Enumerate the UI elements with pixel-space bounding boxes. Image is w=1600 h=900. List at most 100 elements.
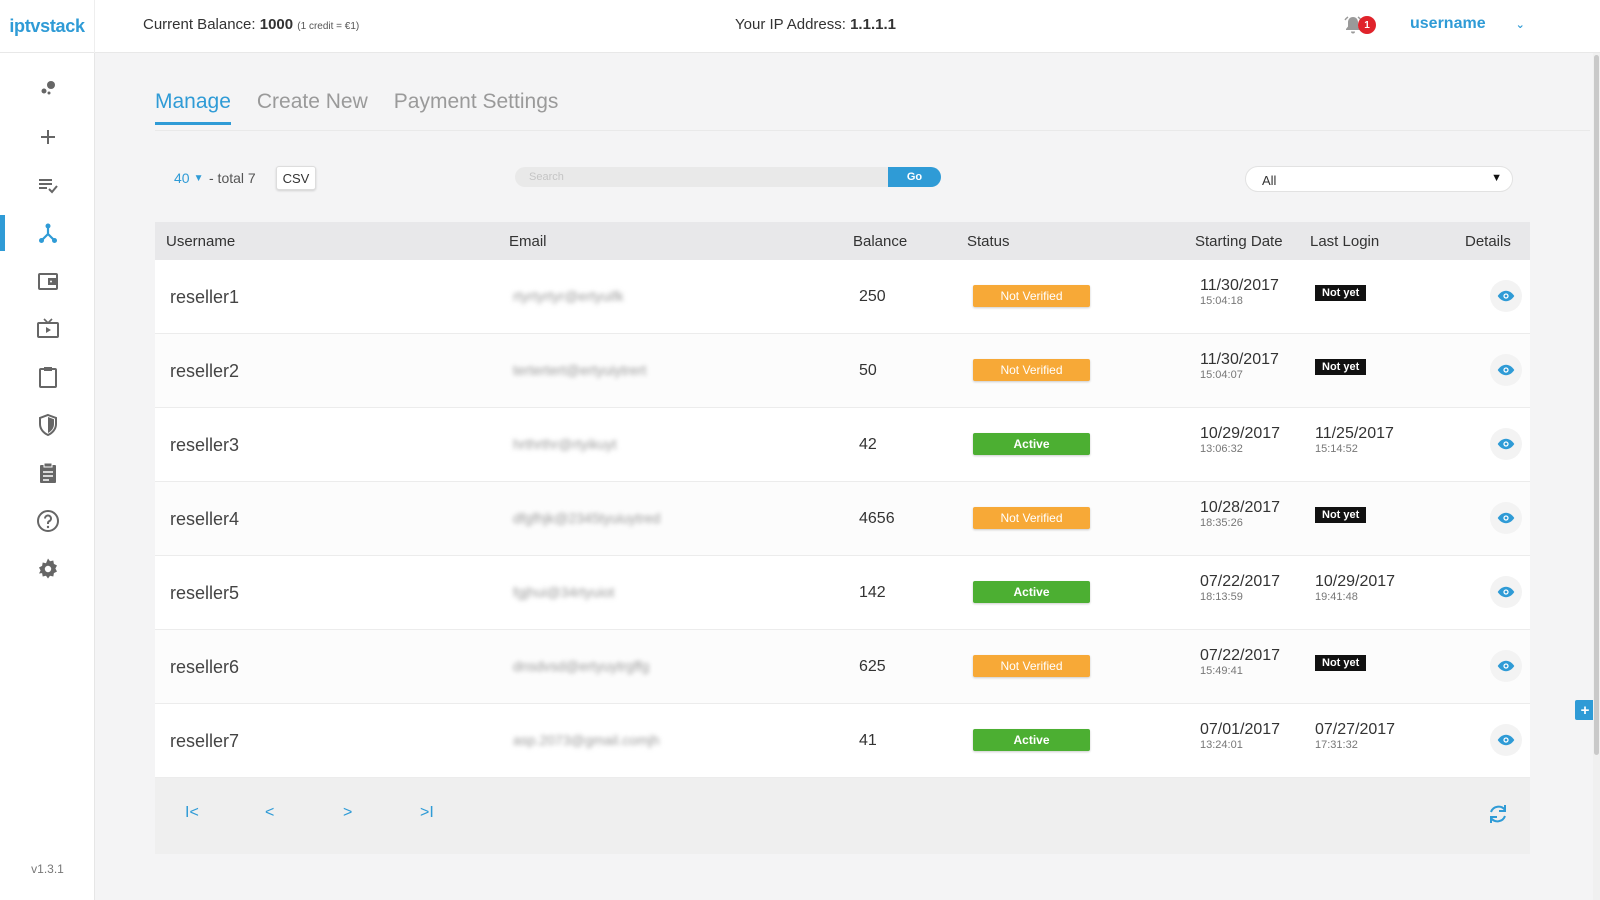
table-row[interactable]: reseller2 tertertert@ertyuiytrert 50 Not Ve…	[155, 334, 1530, 408]
details-button[interactable]	[1490, 576, 1522, 608]
current-balance: Current Balance: 1000 (1 credit = €1)	[143, 16, 359, 33]
starting-date: 10/29/2017	[1200, 425, 1281, 442]
tab-manage[interactable]: Manage	[155, 90, 231, 125]
sidebar-item-list[interactable]	[0, 165, 95, 205]
table-row[interactable]: reseller4 dfgfhjk@2345tyuiuytred 4656 Not V…	[155, 482, 1530, 556]
cell-balance: 250	[859, 288, 886, 305]
tab-payment-settings[interactable]: Payment Settings	[394, 90, 559, 125]
cell-starting-date: 07/01/2017 13:24:01	[1200, 721, 1280, 751]
sidebar-item-dashboard[interactable]	[0, 69, 95, 109]
cell-email: asp.2073@gmail.comjh	[513, 732, 660, 748]
balance-note: (1 credit = €1)	[297, 21, 360, 32]
cell-last-login: Not yet	[1315, 277, 1367, 301]
cell-starting-date: 10/28/2017 18:35:26	[1200, 499, 1280, 529]
refresh-icon[interactable]	[1486, 802, 1510, 826]
tabs: Manage Create New Payment Settings	[155, 90, 558, 125]
cell-username: reseller3	[170, 435, 240, 455]
sidebar-item-wallet[interactable]	[0, 261, 95, 301]
cell-username: reseller7	[170, 731, 240, 751]
starting-date: 07/22/2017	[1200, 573, 1281, 590]
table-body: reseller1 rtyrtyrtyr@ertyuifk 250 Not Verif…	[155, 260, 1530, 778]
details-button[interactable]	[1490, 280, 1522, 312]
table-row[interactable]: reseller1 rtyrtyrtyr@ertyuifk 250 Not Verif…	[155, 260, 1530, 334]
details-button[interactable]	[1490, 354, 1522, 386]
settings-icon	[38, 558, 57, 579]
plus-icon	[40, 130, 55, 144]
cell-email: dfgfhjk@2345tyuiuytred	[513, 510, 661, 526]
sidebar: v1.3.1	[0, 53, 95, 900]
logo[interactable]: iptvstack	[0, 0, 95, 53]
sidebar-item-reports[interactable]	[0, 453, 95, 493]
table-row[interactable]: reseller5 fgjhui@34rtyuiot 142 Active 07/22/…	[155, 556, 1530, 630]
cell-balance: 4656	[859, 510, 895, 527]
wallet-icon	[37, 273, 58, 290]
cell-email: tertertert@ertyuiytrert	[513, 362, 647, 378]
starting-time: 15:04:07	[1200, 369, 1243, 381]
notification-badge: 1	[1358, 16, 1376, 34]
status-badge: Active	[973, 433, 1090, 455]
list-check-icon	[38, 179, 58, 194]
balance-value: 1000	[259, 16, 294, 33]
table-footer: I< < > >I	[155, 778, 1530, 854]
cell-starting-date: 07/22/2017 18:13:59	[1200, 573, 1280, 603]
cell-starting-date: 11/30/2017 15:04:07	[1200, 351, 1279, 381]
cell-last-login: Not yet	[1315, 499, 1367, 523]
cell-last-login: 07/27/2017 17:31:32	[1315, 721, 1395, 751]
details-button[interactable]	[1490, 724, 1522, 756]
cell-username: reseller2	[170, 361, 240, 381]
header-starting-date: Starting Date	[1195, 232, 1283, 250]
status-badge: Not Verified	[973, 655, 1090, 677]
table-row[interactable]: reseller6 dnsdvsd@ertyuytrgffg 625 Not Veri…	[155, 630, 1530, 704]
starting-time: 15:49:41	[1200, 665, 1243, 677]
caret-down-icon: ▼	[193, 172, 204, 184]
scrollbar-thumb[interactable]	[1594, 55, 1599, 755]
first-page-button[interactable]: I<	[185, 804, 199, 822]
next-page-button[interactable]: >	[343, 804, 352, 822]
cell-email: fgjhui@34rtyuiot	[513, 584, 615, 600]
cell-username: reseller6	[170, 657, 240, 677]
last-login-time: 15:14:52	[1315, 443, 1358, 455]
ip-value: 1.1.1.1	[850, 16, 896, 33]
status-filter-select[interactable]: All ▼	[1245, 166, 1513, 192]
go-button[interactable]: Go	[888, 167, 941, 187]
sidebar-item-add[interactable]	[0, 117, 95, 157]
sidebar-item-settings[interactable]	[0, 549, 95, 589]
sidebar-item-help[interactable]	[0, 501, 95, 541]
cell-username: reseller5	[170, 583, 240, 603]
table-row[interactable]: reseller3 hrthrthr@rtyikuyt 42 Active 10/29/…	[155, 408, 1530, 482]
details-button[interactable]	[1490, 428, 1522, 460]
details-button[interactable]	[1490, 502, 1522, 534]
eye-icon	[1497, 586, 1515, 598]
cell-email: dnsdvsd@ertyuytrgffg	[513, 658, 650, 674]
sidebar-item-resellers[interactable]	[0, 213, 95, 253]
help-icon	[36, 510, 59, 532]
prev-page-button[interactable]: <	[265, 804, 274, 822]
table-row[interactable]: reseller7 asp.2073@gmail.comjh 41 Active 07/…	[155, 704, 1530, 778]
starting-date: 10/28/2017	[1200, 499, 1281, 516]
csv-button[interactable]: CSV	[276, 166, 316, 190]
chevron-down-icon: ⌄	[1515, 18, 1525, 31]
eye-icon	[1497, 438, 1515, 450]
starting-time: 18:35:26	[1200, 517, 1243, 529]
last-page-button[interactable]: >I	[420, 804, 434, 822]
clipboard-icon	[38, 367, 57, 388]
search-input[interactable]	[515, 167, 890, 187]
cell-balance: 142	[859, 584, 886, 601]
balance-label: Current Balance:	[143, 16, 256, 33]
user-menu[interactable]: username ⌄	[1410, 15, 1525, 33]
status-badge: Not Verified	[973, 507, 1090, 529]
sidebar-item-security[interactable]	[0, 405, 95, 445]
sidebar-item-clipboard[interactable]	[0, 357, 95, 397]
total-count: - total 7	[209, 170, 256, 186]
floating-add-button[interactable]: +	[1575, 700, 1595, 720]
sidebar-item-tv[interactable]	[0, 309, 95, 349]
starting-time: 15:04:18	[1200, 295, 1243, 307]
tab-create-new[interactable]: Create New	[257, 90, 368, 125]
eye-icon	[1497, 734, 1515, 746]
cell-username: reseller1	[170, 287, 240, 307]
details-button[interactable]	[1490, 650, 1522, 682]
page-size-select[interactable]: 40 ▼	[174, 170, 203, 186]
starting-date: 07/01/2017	[1200, 721, 1281, 738]
last-login-time: 17:31:32	[1315, 739, 1358, 751]
last-login-date: 11/25/2017	[1315, 425, 1394, 442]
